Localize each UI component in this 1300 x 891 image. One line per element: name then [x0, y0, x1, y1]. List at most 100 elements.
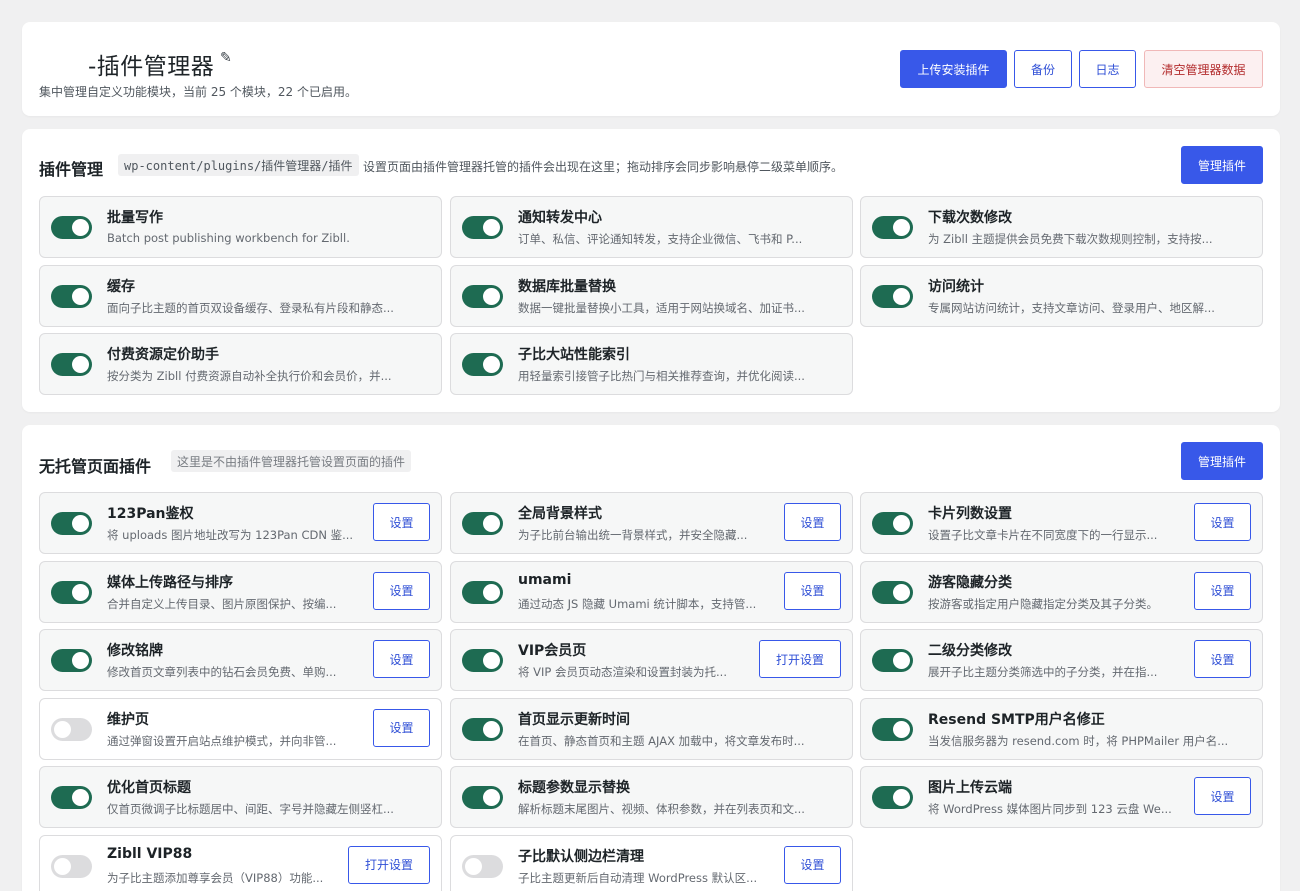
plugin-settings-button[interactable]: 设置	[1194, 571, 1251, 610]
plugin-settings-button[interactable]: 设置	[373, 640, 430, 678]
plugin-name: 通知转发中心	[518, 210, 602, 226]
plugin-card[interactable]: VIP会员页将 VIP 会员页动态渲染和设置封装为托... 打开设置	[450, 629, 853, 691]
plugin-path-tag: wp-content/plugins/插件管理器/插件	[118, 154, 359, 176]
plugin-toggle[interactable]	[51, 512, 92, 535]
plugin-toggle[interactable]	[462, 717, 503, 741]
plugin-toggle[interactable]	[462, 512, 503, 535]
plugin-toggle[interactable]	[462, 284, 503, 308]
plugin-name: VIP会员页	[518, 643, 587, 659]
plugin-card[interactable]: 子比默认侧边栏清理子比主题更新后自动清理 WordPress 默认区... 设置	[450, 834, 853, 891]
plugin-toggle[interactable]	[51, 649, 92, 672]
plugin-card[interactable]: 123Pan鉴权将 uploads 图片地址改写为 123Pan CDN 鉴..…	[39, 492, 442, 554]
plugin-toggle[interactable]	[872, 649, 913, 672]
plugin-settings-button[interactable]: 设置	[373, 571, 430, 610]
page-title: -插件管理器	[88, 54, 215, 80]
plugin-toggle[interactable]	[51, 216, 92, 239]
plugin-settings-button[interactable]: 打开设置	[759, 640, 841, 678]
backup-button[interactable]: 备份	[1014, 50, 1072, 88]
toggle-knob	[893, 583, 910, 601]
plugin-card[interactable]: 付费资源定价助手 按分类为 Zibll 付费资源自动补全执行价和会员价，并...	[39, 333, 442, 395]
plugin-card[interactable]: 下载次数修改为 Zibll 主题提供会员免费下载次数规则控制，支持按...	[860, 196, 1263, 258]
plugin-name: 子比默认侧边栏清理	[518, 848, 644, 865]
plugin-toggle[interactable]	[51, 353, 92, 376]
plugin-toggle[interactable]	[51, 786, 92, 809]
plugin-settings-button[interactable]: 设置	[784, 845, 841, 884]
plugin-toggle[interactable]	[872, 717, 913, 741]
clear-data-button[interactable]: 清空管理器数据	[1144, 50, 1263, 88]
plugin-toggle[interactable]	[462, 649, 503, 672]
plugin-card[interactable]: 子比大站性能索引 用轻量索引接管子比热门与相关推荐查询，并优化阅读...	[450, 333, 853, 395]
toggle-knob	[893, 515, 910, 532]
toggle-knob	[483, 652, 500, 669]
plugin-description: 将 VIP 会员页动态渲染和设置封装为托...	[518, 665, 727, 679]
toggle-knob	[893, 789, 910, 806]
section-title: 插件管理	[39, 160, 104, 179]
plugin-card[interactable]: 首页显示更新时间 在首页、静态首页和主题 AJAX 加载中，将文章发布时...	[450, 697, 853, 760]
plugin-description: 为子比前台输出统一背景样式，并安全隐藏...	[518, 528, 748, 542]
plugin-name: umami	[518, 571, 572, 588]
plugin-card[interactable]: 全局背景样式 为子比前台输出统一背景样式，并安全隐藏... 设置	[450, 492, 853, 554]
plugin-settings-button[interactable]: 设置	[373, 503, 430, 541]
plugin-settings-button[interactable]: 设置	[784, 503, 841, 541]
plugin-card[interactable]: 数据库批量替换 数据一键批量替换小工具，适用于网站换域名、加证书...	[450, 264, 853, 327]
plugin-name: Zibll VIP88	[107, 845, 193, 862]
plugin-settings-button[interactable]: 设置	[784, 571, 841, 610]
plugin-card[interactable]: 通知转发中心订单、私信、评论通知转发，支持企业微信、飞书和 P...	[450, 196, 853, 258]
plugin-toggle[interactable]	[872, 786, 913, 809]
plugin-toggle[interactable]	[51, 580, 92, 604]
plugin-card[interactable]: 批量写作 Batch post publishing workbench for …	[39, 196, 442, 258]
plugin-card[interactable]: 媒体上传路径与排序 合并自定义上传目录、图片原图保护、按编... 设置	[39, 560, 442, 623]
plugin-card[interactable]: 缓存 面向子比主题的首页双设备缓存、登录私有片段和静态...	[39, 264, 442, 327]
plugin-toggle[interactable]	[872, 512, 913, 535]
toggle-knob	[465, 857, 482, 875]
plugin-description: 订单、私信、评论通知转发，支持企业微信、飞书和 P...	[518, 232, 803, 246]
toggle-knob	[54, 857, 71, 875]
plugin-toggle[interactable]	[51, 284, 92, 308]
plugin-toggle[interactable]	[462, 580, 503, 604]
plugin-description: 展开子比主题分类筛选中的子分类，并在指...	[928, 665, 1158, 679]
plugin-toggle[interactable]	[462, 353, 503, 376]
plugin-card[interactable]: Resend SMTP用户名修正 当发信服务器为 resend.com 时，将 P…	[860, 697, 1263, 760]
section-tag: 这里是不由插件管理器托管设置页面的插件	[171, 450, 412, 472]
plugin-card[interactable]: 二级分类修改展开子比主题分类筛选中的子分类，并在指... 设置	[860, 629, 1263, 691]
plugin-toggle[interactable]	[51, 854, 92, 878]
upload-install-button[interactable]: 上传安装插件	[900, 50, 1007, 88]
section-title: 无托管页面插件	[39, 457, 152, 476]
plugin-settings-button[interactable]: 设置	[1194, 640, 1251, 678]
plugin-toggle[interactable]	[872, 216, 913, 239]
plugin-toggle[interactable]	[462, 216, 503, 239]
plugin-toggle[interactable]	[51, 717, 92, 741]
plugin-settings-button[interactable]: 设置	[1194, 777, 1251, 815]
plugin-toggle[interactable]	[462, 786, 503, 809]
plugin-toggle[interactable]	[872, 580, 913, 604]
plugin-toggle[interactable]	[462, 854, 503, 878]
plugin-name: 二级分类修改	[928, 643, 1012, 659]
plugin-card[interactable]: umami 通过动态 JS 隐藏 Umami 统计脚本，支持管... 设置	[450, 560, 853, 623]
toggle-knob	[483, 515, 500, 532]
plugin-card[interactable]: 图片上传云端将 WordPress 媒体图片同步到 123 云盘 We... 设置	[860, 766, 1263, 828]
toggle-knob	[72, 356, 89, 373]
edit-pencil-icon[interactable]: ✎	[220, 50, 232, 66]
plugin-card[interactable]: 修改铭牌 修改首页文章列表中的钻石会员免费、单购... 设置	[39, 629, 442, 691]
plugin-card[interactable]: 标题参数显示替换 解析标题末尾图片、视频、体积参数，并在列表页和文...	[450, 766, 853, 828]
managed-plugins-section: 插件管理 wp-content/plugins/插件管理器/插件 设置页面由插件…	[22, 129, 1280, 412]
toggle-knob	[72, 652, 89, 669]
page-description: 集中管理自定义功能模块，当前 25 个模块，22 个已启用。	[39, 85, 357, 99]
manage-plugins-button[interactable]: 管理插件	[1181, 442, 1263, 480]
plugin-card[interactable]: Zibll VIP88 为子比主题添加尊享会员（VIP88）功能... 打开设置	[39, 834, 442, 891]
plugin-card[interactable]: 优化首页标题 仅首页微调子比标题居中、间距、字号并隐藏左侧竖杠...	[39, 766, 442, 828]
plugin-description: Batch post publishing workbench for Zibl…	[107, 231, 350, 245]
plugin-toggle[interactable]	[872, 284, 913, 308]
plugin-settings-button[interactable]: 打开设置	[348, 845, 430, 884]
plugin-card[interactable]: 维护页 通过弹窗设置开启站点维护模式，并向非管... 设置	[39, 697, 442, 760]
plugin-description: 将 uploads 图片地址改写为 123Pan CDN 鉴...	[107, 528, 354, 542]
plugin-card[interactable]: 游客隐藏分类 按游客或指定用户隐藏指定分类及其子分类。 设置	[860, 560, 1263, 623]
plugin-settings-button[interactable]: 设置	[373, 708, 430, 747]
plugin-description: 子比主题更新后自动清理 WordPress 默认区...	[518, 870, 758, 885]
plugin-settings-button[interactable]: 设置	[1194, 503, 1251, 541]
log-button[interactable]: 日志	[1079, 50, 1136, 88]
plugin-name: 标题参数显示替换	[518, 780, 630, 796]
manage-plugins-button[interactable]: 管理插件	[1181, 146, 1263, 184]
plugin-card[interactable]: 访问统计 专属网站访问统计，支持文章访问、登录用户、地区解...	[860, 264, 1263, 327]
plugin-card[interactable]: 卡片列数设置 设置子比文章卡片在不同宽度下的一行显示... 设置	[860, 492, 1263, 554]
